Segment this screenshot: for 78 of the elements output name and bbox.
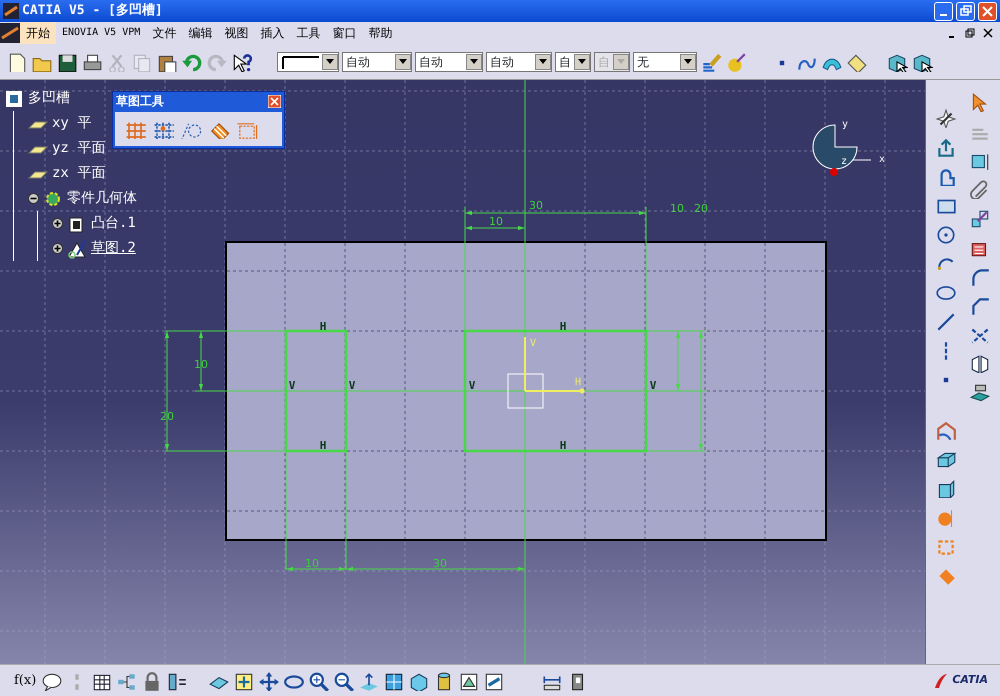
- axis-label: y: [842, 119, 848, 130]
- style-dropdown[interactable]: 自动: [342, 52, 412, 72]
- star-cursor-icon[interactable]: [935, 108, 957, 128]
- tree-item-label[interactable]: 凸台.1: [91, 213, 136, 234]
- caret-icon: [539, 59, 547, 64]
- constraint-symbol: V: [348, 379, 356, 392]
- axis-label: V: [530, 338, 536, 349]
- menu-item[interactable]: 工具: [290, 22, 326, 44]
- style-dropdown[interactable]: 自: [555, 52, 591, 72]
- constraint-symbol: V: [468, 379, 476, 392]
- dimension-value[interactable]: 30: [529, 199, 543, 212]
- dimension-value[interactable]: 10: [670, 202, 684, 215]
- constraint-symbol: H: [320, 439, 326, 452]
- dimension-line: [464, 226, 526, 230]
- logo-text: CATIA: [952, 672, 988, 688]
- caret-icon: [684, 59, 692, 64]
- tree-item-label[interactable]: yz 平面: [52, 138, 106, 159]
- caret-icon: [470, 59, 478, 64]
- constraint-symbol: V: [288, 379, 296, 392]
- line-sample-icon: [281, 54, 321, 70]
- app-icon[interactable]: [0, 23, 20, 43]
- menu-item[interactable]: 插入: [254, 22, 290, 44]
- expand-toggle-icon[interactable]: [52, 243, 63, 254]
- style-dropdown[interactable]: 无: [633, 52, 697, 72]
- caret-icon: [326, 59, 334, 64]
- tree-item-label[interactable]: xy 平: [52, 113, 92, 134]
- tree-item-label[interactable]: zx 平面: [52, 163, 106, 184]
- mirror-icon[interactable]: [969, 353, 991, 373]
- line-icon[interactable]: [935, 311, 957, 331]
- constraint-symbol: H: [560, 320, 566, 333]
- dimension-value[interactable]: 10: [489, 215, 503, 228]
- expand-toggle-icon[interactable]: [28, 193, 39, 204]
- projection-icon[interactable]: [969, 382, 991, 402]
- dimension-value[interactable]: 20: [694, 202, 708, 215]
- style-dropdown[interactable]: [277, 52, 339, 72]
- menu-item[interactable]: 文件: [146, 22, 182, 44]
- dimension-line: [676, 330, 680, 392]
- constraint-symbol: H: [560, 439, 566, 452]
- app-icon: [3, 3, 19, 19]
- menu-item[interactable]: 编辑: [182, 22, 218, 44]
- caret-icon: [617, 59, 625, 64]
- menu-item[interactable]: ENOVIA V5 VPM: [56, 22, 146, 44]
- axis-label: x: [878, 154, 886, 165]
- tree-item-label[interactable]: 零件几何体: [67, 188, 137, 209]
- zoom-out-icon[interactable]: [333, 670, 356, 690]
- caret-icon: [578, 59, 586, 64]
- move-icon[interactable]: [258, 670, 280, 690]
- tree-item-label[interactable]: 多凹槽: [28, 88, 70, 109]
- close-button[interactable]: [982, 27, 994, 39]
- palette-title: 草图工具: [116, 93, 164, 110]
- axis-label: H: [574, 377, 582, 388]
- constraint-symbol: H: [320, 320, 326, 333]
- minimize-icon: [939, 12, 948, 16]
- axis-label: z: [840, 156, 848, 167]
- extension-line: [646, 450, 706, 452]
- menu-item[interactable]: 窗口: [326, 22, 362, 44]
- style-dropdown[interactable]: 自动: [486, 52, 552, 72]
- constraint-dialog-icon[interactable]: [969, 208, 991, 228]
- menu-item[interactable]: 开始: [20, 22, 56, 44]
- help-cursor-icon[interactable]: [231, 52, 253, 72]
- constraint-symbol: V: [650, 379, 656, 392]
- restore-button[interactable]: [964, 27, 976, 39]
- pad-surface-icon[interactable]: [935, 420, 957, 440]
- logo-swoosh-icon: [933, 672, 950, 690]
- tree-item-label[interactable]: 草图.2: [91, 238, 136, 259]
- expand-toggle-icon[interactable]: [52, 218, 63, 229]
- circle-icon[interactable]: [935, 224, 957, 244]
- eraser-icon[interactable]: [846, 52, 868, 72]
- zoom-in-icon[interactable]: [308, 670, 330, 690]
- style-dropdown[interactable]: 自动: [415, 52, 483, 72]
- menu-item[interactable]: 视图: [218, 22, 254, 44]
- sketch-node-icon[interactable]: [67, 238, 87, 258]
- normal-view-icon[interactable]: [358, 670, 380, 690]
- caret-icon: [399, 59, 407, 64]
- part-icon[interactable]: [4, 88, 24, 108]
- formula-button[interactable]: f(x): [12, 668, 38, 694]
- window-title: CATIA V5 - [多凹槽]: [22, 2, 163, 20]
- menu-item[interactable]: 帮助: [362, 22, 398, 44]
